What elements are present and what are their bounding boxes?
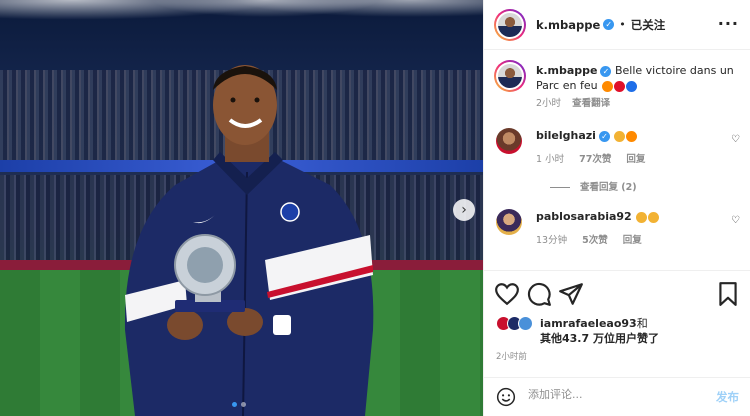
player-with-trophy xyxy=(124,65,374,416)
caption-text-block: k.mbappe ✓ Belle victoire dans un Parc en… xyxy=(536,63,736,111)
verified-badge-icon: ✓ xyxy=(603,19,615,30)
next-photo-button[interactable]: › xyxy=(453,199,475,221)
reply-button[interactable]: 回复 xyxy=(626,154,645,165)
clap-emoji-icon xyxy=(636,211,648,223)
comment-meta: 13分钟 5次赞 回复 xyxy=(536,232,654,246)
carousel-dots xyxy=(232,402,246,407)
clap-emoji-icon xyxy=(614,130,626,142)
comment-meta: 1 小时 77次赞 回复 xyxy=(536,151,657,165)
liker-avatar xyxy=(518,316,533,331)
verified-badge-icon: ✓ xyxy=(598,130,610,142)
likes-count[interactable]: 其他43.7 万位用户赞了 xyxy=(540,332,659,345)
comment-icon[interactable] xyxy=(526,281,552,307)
post-header: k.mbappe ✓ • 已关注 ··· xyxy=(484,0,750,50)
comment-time: 13分钟 xyxy=(536,235,568,246)
verified-badge-icon: ✓ xyxy=(600,65,612,77)
liker-username[interactable]: iamrafaeleao93 xyxy=(540,317,637,330)
comment-time: 1 小时 xyxy=(536,154,565,165)
follow-status-button[interactable]: 已关注 xyxy=(631,17,666,33)
save-bookmark-icon[interactable] xyxy=(715,281,741,307)
fire-emoji-icon xyxy=(626,130,638,142)
caption-time: 2小时 xyxy=(536,98,562,109)
like-comment-heart-icon[interactable]: ♡ xyxy=(731,215,740,226)
reply-button[interactable]: 回复 xyxy=(623,235,642,246)
comment-body: pablosarabia92 xyxy=(536,209,726,224)
caption-username[interactable]: k.mbappe xyxy=(536,64,597,77)
comments-section[interactable]: k.mbappe ✓ Belle victoire dans un Parc en… xyxy=(484,50,750,270)
clap-emoji-icon xyxy=(648,211,660,223)
likes-text: iamrafaeleao93和 其他43.7 万位用户赞了 xyxy=(540,316,740,346)
comment-body: bilelghazi ✓ xyxy=(536,128,726,143)
caption-meta: 2小时 查看翻译 xyxy=(536,96,736,111)
separator-dot: • xyxy=(619,18,626,31)
post-comment-button[interactable]: 发布 xyxy=(716,389,739,405)
commenter-username[interactable]: bilelghazi xyxy=(536,129,596,142)
more-options-icon[interactable]: ··· xyxy=(718,14,739,33)
carousel-dot xyxy=(241,402,246,407)
post-photo[interactable]: › xyxy=(0,0,483,416)
stadium-lights xyxy=(0,0,483,40)
comment-input[interactable] xyxy=(528,388,688,401)
commenter-avatar[interactable] xyxy=(496,128,522,154)
fire-emoji-icon xyxy=(602,80,614,92)
commenter-username[interactable]: pablosarabia92 xyxy=(536,210,632,223)
likes-summary: iamrafaeleao93和 其他43.7 万位用户赞了 xyxy=(484,312,750,352)
red-circle-emoji-icon xyxy=(614,80,626,92)
like-comment-heart-icon[interactable]: ♡ xyxy=(731,134,740,145)
post-time: 2小时前 xyxy=(496,352,527,362)
blue-circle-emoji-icon xyxy=(626,80,638,92)
author-username[interactable]: k.mbappe xyxy=(536,18,600,32)
avatar[interactable] xyxy=(494,8,526,41)
caption-avatar[interactable] xyxy=(494,60,526,92)
comment-likes[interactable]: 5次赞 xyxy=(582,235,608,246)
share-icon[interactable] xyxy=(558,281,584,307)
see-translation-link[interactable]: 查看翻译 xyxy=(572,98,610,109)
liker-avatars xyxy=(496,316,533,331)
view-replies-button[interactable]: 查看回复 (2) xyxy=(550,179,637,193)
carousel-dot-active xyxy=(232,402,237,407)
chevron-right-icon: › xyxy=(461,202,467,218)
post-side-panel: k.mbappe ✓ • 已关注 ··· k.mbappe ✓ Belle vic… xyxy=(483,0,750,416)
like-heart-icon[interactable] xyxy=(494,281,520,307)
likes-conjunction: 和 xyxy=(636,317,648,330)
add-comment-bar: 发布 xyxy=(484,377,750,416)
commenter-avatar[interactable] xyxy=(496,209,522,235)
emoji-icon[interactable] xyxy=(496,387,516,407)
comment-likes[interactable]: 77次赞 xyxy=(579,154,611,165)
